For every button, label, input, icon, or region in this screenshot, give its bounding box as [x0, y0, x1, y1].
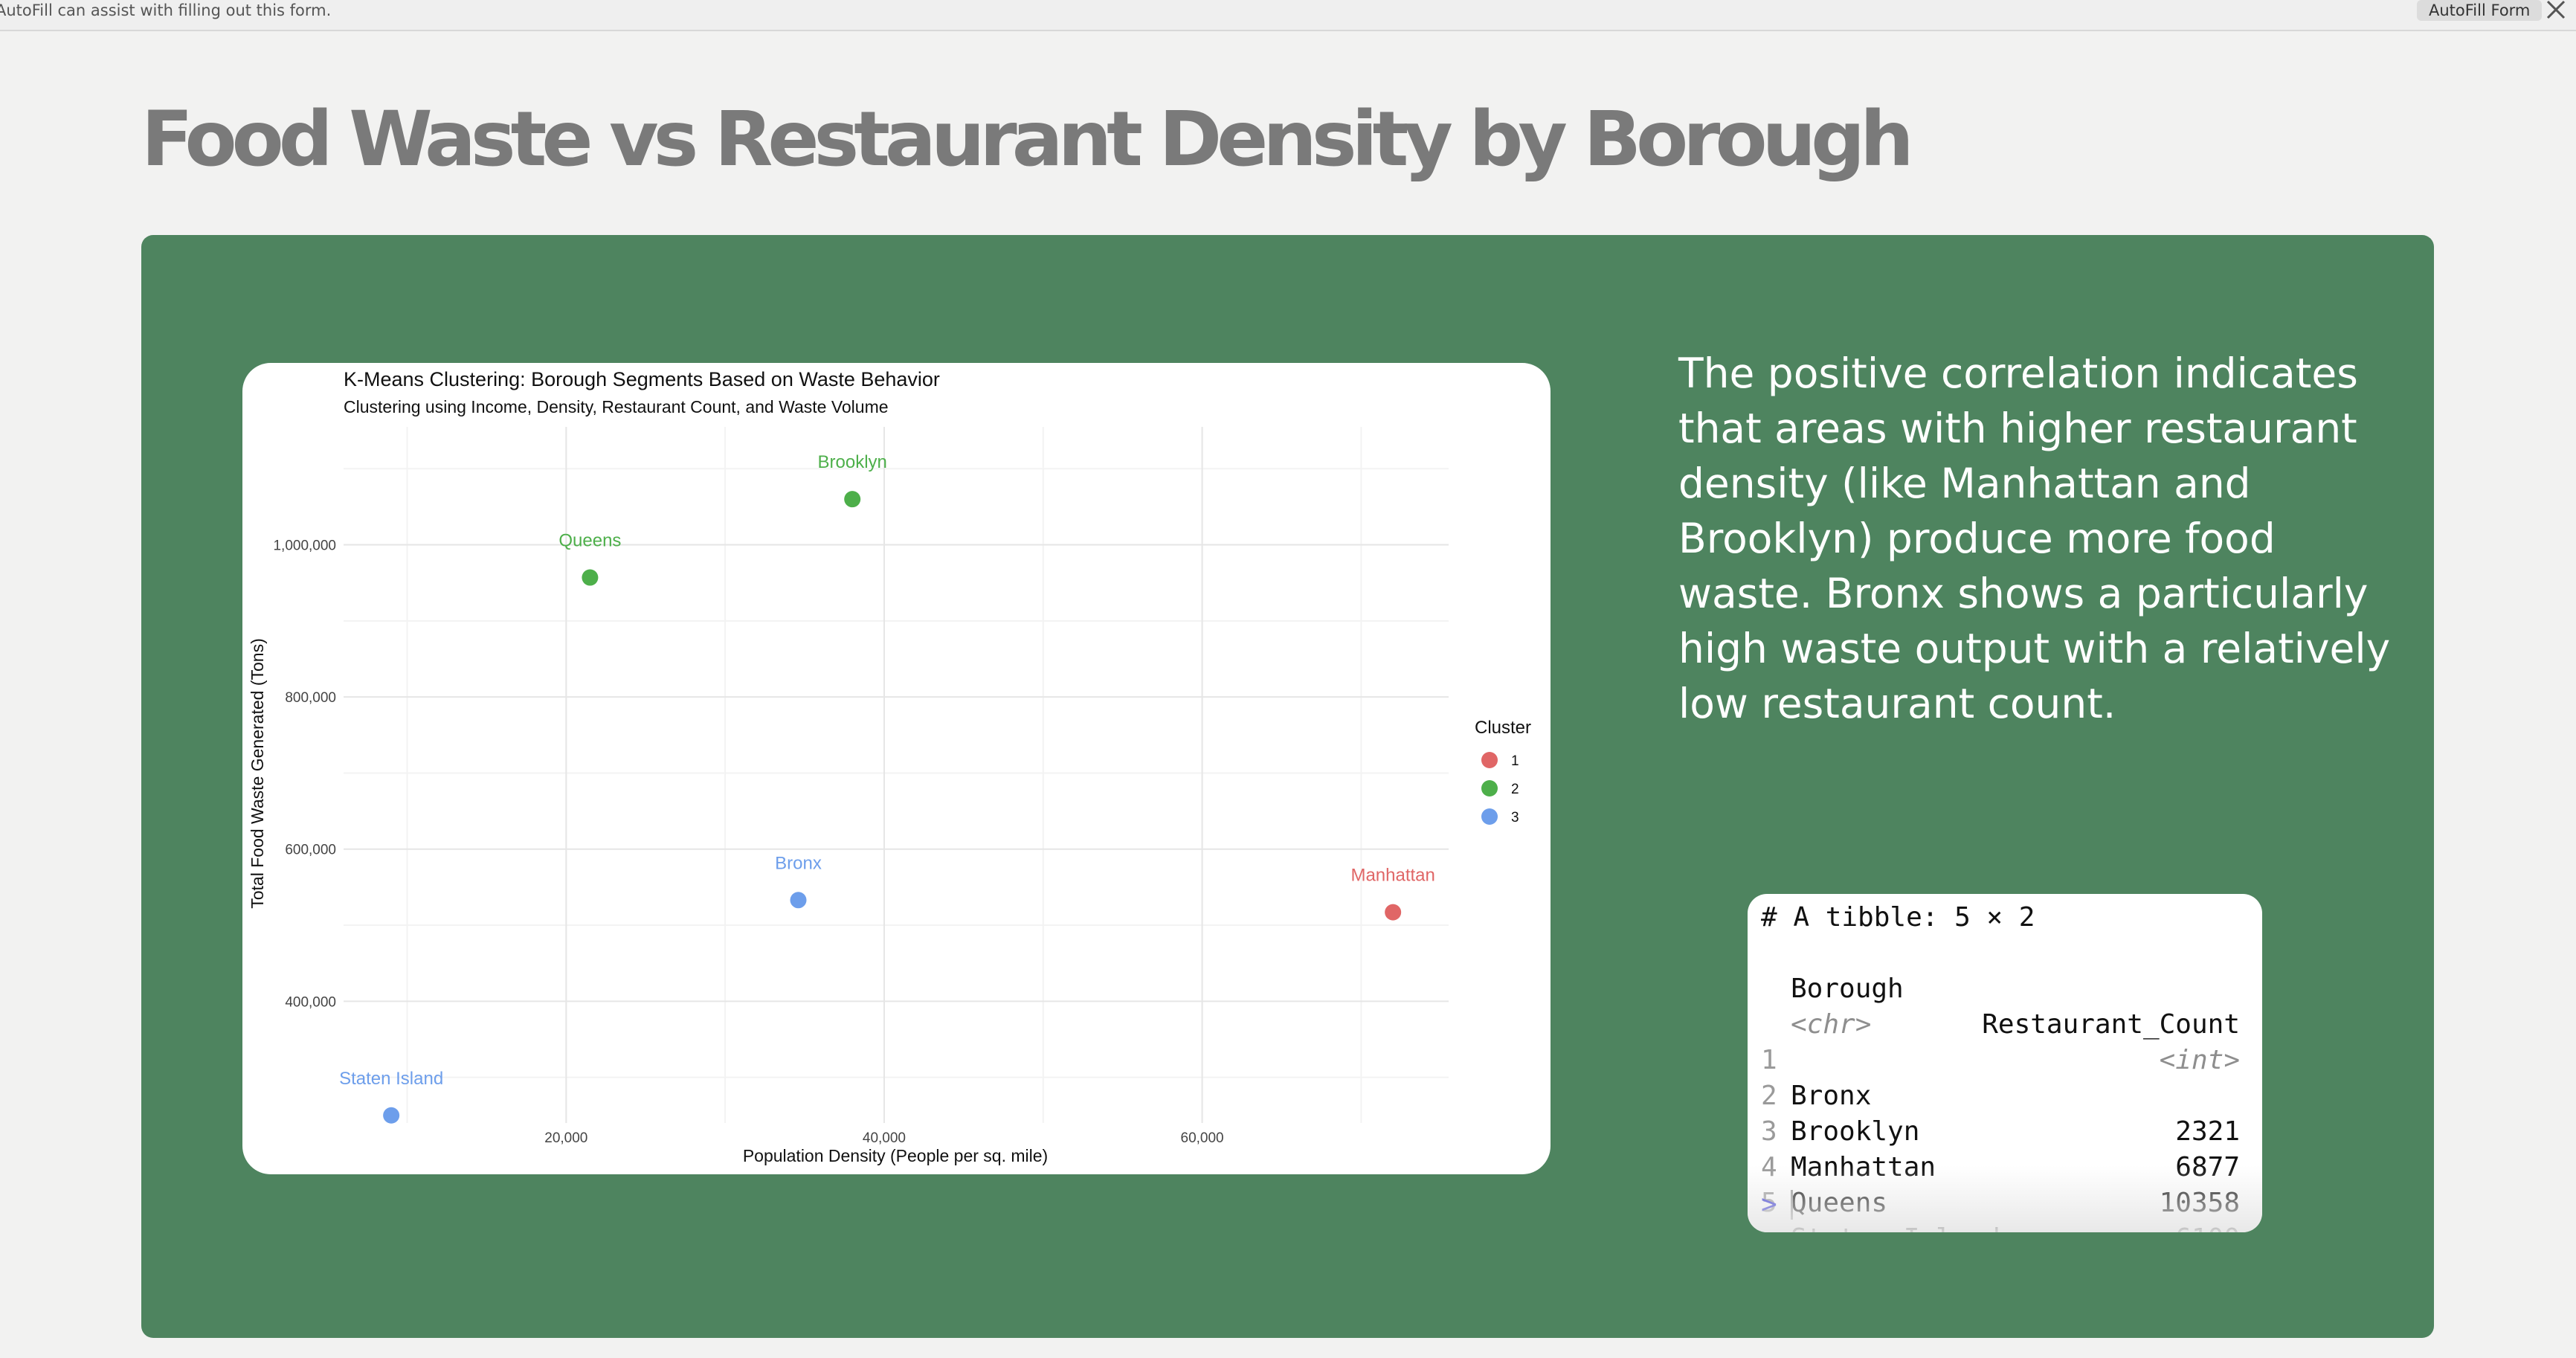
- close-icon[interactable]: [2542, 0, 2569, 22]
- x-axis-label: Population Density (People per sq. mile): [743, 1146, 1048, 1165]
- legend-label: 3: [1511, 810, 1519, 826]
- console-output: # A tibble: 5 × 2 Borough Restaurant_Cou…: [1748, 894, 2262, 1232]
- table-row: 4 Queens 6100: [1748, 1114, 2262, 1232]
- x-tick-label: 40,000: [863, 1130, 906, 1146]
- legend-key: [1481, 752, 1498, 768]
- chart-title: K-Means Clustering: Borough Segments Bas…: [344, 368, 940, 390]
- row-count: 10358: [2159, 1188, 2240, 1218]
- point-label: Manhattan: [1350, 866, 1434, 886]
- table-row: 2 Brooklyn 6877: [1748, 1043, 2262, 1182]
- legend-key: [1481, 808, 1498, 825]
- row-borough: Staten Island: [1791, 1221, 2000, 1232]
- legend-title: Cluster: [1475, 718, 1531, 738]
- data-points: Brooklyn Queens Bronx Manhattan Staten Islan…: [339, 452, 1435, 1124]
- legend-label: 1: [1511, 753, 1519, 769]
- data-point: [1385, 904, 1402, 921]
- chart-grid: [344, 427, 1449, 1123]
- point-label: Queens: [558, 531, 621, 551]
- table-row: 1 Bronx 2321: [1748, 1007, 2262, 1147]
- legend-key: [1481, 780, 1498, 797]
- page-title: Food Waste vs Restaurant Density by Boro…: [141, 95, 1914, 184]
- legend-label: 2: [1511, 782, 1519, 797]
- console-input-cursor[interactable]: [1791, 1190, 1793, 1220]
- data-point: [790, 892, 807, 909]
- tibble-column-headers: Borough Restaurant_Count: [1748, 936, 2262, 1040]
- data-point: [844, 491, 861, 508]
- y-tick-label: 1,000,000: [273, 538, 336, 554]
- x-tick-label: 20,000: [544, 1130, 587, 1146]
- table-row: 3 Manhattan 10358: [1748, 1078, 2262, 1218]
- chart-subtitle: Clustering using Income, Density, Restau…: [344, 397, 889, 416]
- row-count: 6100: [2175, 1221, 2240, 1232]
- y-tick-label: 600,000: [285, 843, 336, 858]
- tibble-header: # A tibble: 5 × 2: [1761, 902, 2035, 933]
- autofill-message: AutoFill can assist with filling out thi…: [0, 1, 332, 19]
- console-prompt: >: [1761, 1189, 1777, 1220]
- table-row: 5 Staten Island 998: [1748, 1150, 2262, 1232]
- data-point: [582, 569, 599, 586]
- x-tick-label: 60,000: [1181, 1130, 1224, 1146]
- y-tick-label: 800,000: [285, 690, 336, 706]
- description-text: The positive correlation indicates that …: [1678, 350, 2391, 727]
- data-point: [383, 1107, 400, 1124]
- tibble-column-types: <chr> <int>: [1748, 971, 2262, 1075]
- y-axis-ticks: 400,000 600,000 800,000 1,000,000: [273, 538, 336, 1011]
- chart-card: K-Means Clustering: Borough Segments Bas…: [242, 363, 1551, 1174]
- point-label: Brooklyn: [818, 452, 887, 472]
- x-axis-ticks: 20,000 40,000 60,000: [544, 1130, 1223, 1146]
- autofill-bar: AutoFill can assist with filling out thi…: [0, 0, 2576, 31]
- chart-legend: Cluster 1 2 3: [1475, 718, 1531, 826]
- autofill-form-button[interactable]: AutoFill Form: [2417, 0, 2543, 21]
- y-axis-label: Total Food Waste Generated (Tons): [248, 638, 267, 909]
- cluster-scatter-chart: K-Means Clustering: Borough Segments Bas…: [248, 368, 1531, 1165]
- y-tick-label: 400,000: [285, 994, 336, 1010]
- point-label: Bronx: [775, 853, 822, 873]
- point-label: Staten Island: [339, 1069, 443, 1089]
